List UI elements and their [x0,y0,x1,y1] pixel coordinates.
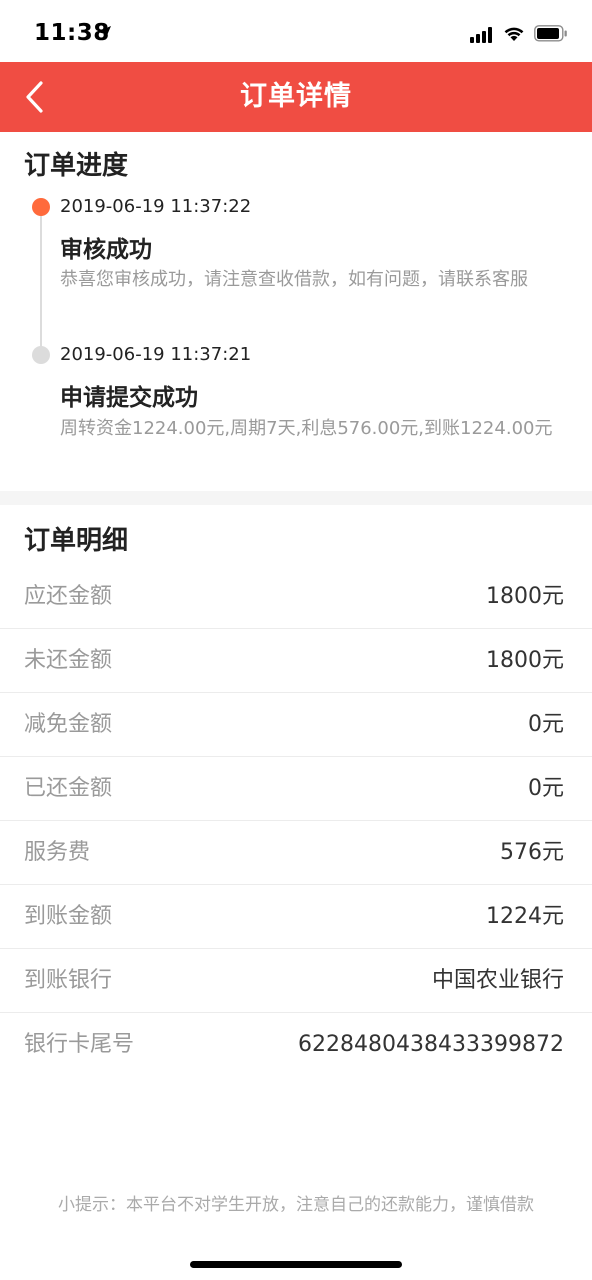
timeline-dot-active [32,198,50,216]
detail-value: 1800元 [486,584,564,609]
detail-value: 0元 [528,712,564,737]
detail-row-receiving-bank: 到账银行 中国农业银行 [0,949,592,1013]
battery-icon [534,24,568,46]
timeline-event-status: 审核成功 [60,237,152,263]
cellular-signal-icon [470,27,494,43]
detail-row-amount-received: 到账金额 1224元 [0,885,592,949]
detail-row-service-fee: 服务费 576元 [0,821,592,885]
timeline-event-desc: 恭喜您审核成功，请注意查收借款，如有问题，请联系客服 [60,269,528,290]
status-bar: 11:38 [0,0,592,62]
section-divider [0,491,592,505]
timeline-event-time: 2019-06-19 11:37:22 [60,196,252,217]
detail-value: 576元 [500,840,564,865]
detail-label: 到账金额 [24,904,113,929]
timeline-dot-inactive [32,346,50,364]
detail-label: 应还金额 [24,584,113,609]
detail-label: 银行卡尾号 [24,1032,135,1057]
wifi-icon [503,25,525,46]
footer-tip: 小提示：本平台不对学生开放，注意自己的还款能力，谨慎借款 [58,1195,534,1215]
detail-label: 已还金额 [24,776,113,801]
detail-value: 0元 [528,776,564,801]
timeline-event-time: 2019-06-19 11:37:21 [60,344,252,365]
nav-bar: 订单详情 [0,62,592,132]
detail-row-amount-paid: 已还金额 0元 [0,757,592,821]
detail-list: 应还金额 1800元 未还金额 1800元 减免金额 0元 已还金额 0元 服务… [0,565,592,1077]
timeline-event-status: 申请提交成功 [60,385,198,411]
details-section-title: 订单明细 [24,526,129,556]
detail-row-amount-unpaid: 未还金额 1800元 [0,629,592,693]
home-indicator [190,1261,402,1268]
detail-row-amount-due: 应还金额 1800元 [0,565,592,629]
detail-label: 减免金额 [24,712,113,737]
page-title: 订单详情 [240,81,352,112]
detail-value: 6228480438433399872 [298,1032,564,1057]
location-arrow-icon [96,25,112,45]
detail-label: 服务费 [24,840,91,865]
detail-value: 1800元 [486,648,564,673]
detail-row-card-number: 银行卡尾号 6228480438433399872 [0,1013,592,1077]
order-detail-page: 11:38 订单详情 订单进度 2019-06-19 11:37:22 审核成功… [0,0,592,1280]
progress-section-title: 订单进度 [24,151,129,181]
timeline-event-desc: 周转资金1224.00元,周期7天,利息576.00元,到账1224.00元 [60,418,553,439]
detail-row-amount-waived: 减免金额 0元 [0,693,592,757]
detail-label: 到账银行 [24,968,113,993]
status-indicators [470,24,568,46]
detail-value: 中国农业银行 [431,968,564,993]
timeline-line [40,212,42,354]
detail-value: 1224元 [486,904,564,929]
detail-label: 未还金额 [24,648,113,673]
